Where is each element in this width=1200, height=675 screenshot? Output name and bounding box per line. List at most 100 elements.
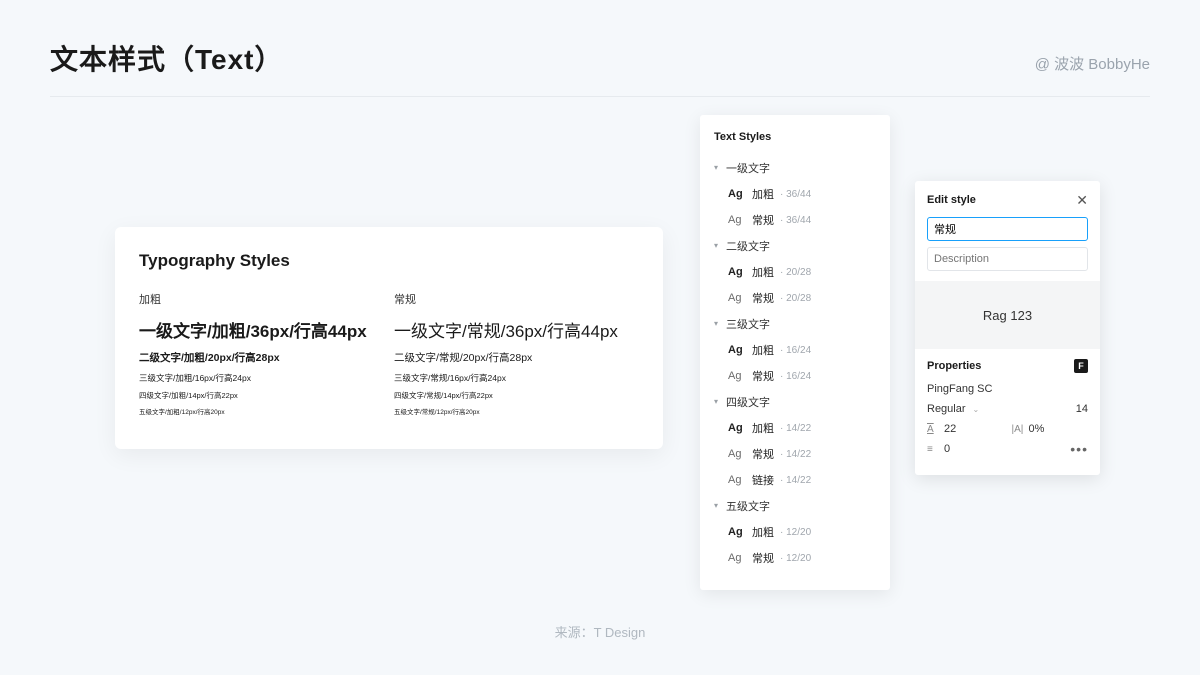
style-item-meta: · 36/44 <box>780 189 811 200</box>
style-group-header[interactable]: ▾ 五级文字 <box>710 493 880 519</box>
style-item-label: 常规 <box>752 212 774 228</box>
ag-sample-icon: Ag <box>728 422 746 434</box>
style-item-meta: · 20/28 <box>780 293 811 304</box>
font-weight-field[interactable]: Regular ⌄ <box>927 403 1004 415</box>
chevron-down-icon: ▾ <box>712 163 720 171</box>
more-options-icon[interactable]: ••• <box>1070 446 1088 453</box>
font-size-field[interactable]: 14 <box>1012 403 1089 415</box>
style-item-meta: · 14/22 <box>780 423 811 434</box>
text-style-item[interactable]: Ag 加粗 · 36/44 <box>710 181 880 207</box>
text-style-item[interactable]: Ag 常规 · 16/24 <box>710 363 880 389</box>
regular-column-header: 常规 <box>394 291 639 307</box>
style-item-label: 链接 <box>752 472 774 488</box>
line-height-icon: A <box>927 424 939 435</box>
text-style-item[interactable]: Ag 常规 · 20/28 <box>710 285 880 311</box>
style-group-name: 五级文字 <box>726 498 770 514</box>
author-credit: @ 波波 BobbyHe <box>1035 53 1150 74</box>
ag-sample-icon: Ag <box>728 188 746 200</box>
text-styles-panel: Text Styles ▾ 一级文字 Ag 加粗 · 36/44 Ag 常规 · 36/44 ▾… <box>700 115 890 590</box>
bold-column-header: 加粗 <box>139 291 384 307</box>
properties-section: Properties F PingFang SC Regular ⌄ 14 A … <box>915 349 1100 475</box>
ag-sample-icon: Ag <box>728 474 746 486</box>
paragraph-spacing-icon: ≡ <box>927 444 939 455</box>
content-stage: Typography Styles 加粗 一级文字/加粗/36px/行高44px… <box>0 97 1200 657</box>
ag-sample-icon: Ag <box>728 292 746 304</box>
paragraph-spacing-field[interactable]: ≡ 0 <box>927 443 1004 455</box>
source-credit: 来源：T Design <box>0 622 1200 641</box>
text-style-item[interactable]: Ag 加粗 · 16/24 <box>710 337 880 363</box>
typography-card-title: Typography Styles <box>139 251 639 271</box>
letter-spacing-icon: |A| <box>1012 424 1024 435</box>
page-header: 文本样式（Text） @ 波波 BobbyHe <box>0 0 1200 96</box>
style-item-label: 加粗 <box>752 420 774 436</box>
ag-sample-icon: Ag <box>728 344 746 356</box>
style-item-label: 加粗 <box>752 186 774 202</box>
regular-column: 常规 一级文字/常规/36px/行高44px 二级文字/常规/20px/行高28… <box>394 291 639 416</box>
edit-style-panel: Edit style ✕ Rag 123 Properties F PingFa… <box>915 181 1100 475</box>
style-item-meta: · 16/24 <box>780 371 811 382</box>
text-styles-panel-title: Text Styles <box>710 131 880 143</box>
chevron-down-icon: ▾ <box>712 241 720 249</box>
regular-level-4: 四级文字/常规/14px/行高22px <box>394 390 639 401</box>
style-name-input[interactable] <box>927 217 1088 241</box>
chevron-down-icon: ▾ <box>712 319 720 327</box>
ag-sample-icon: Ag <box>728 370 746 382</box>
properties-label: Properties <box>927 360 981 372</box>
chevron-down-icon: ⌄ <box>973 405 980 414</box>
line-height-field[interactable]: A 22 <box>927 423 1004 435</box>
ag-sample-icon: Ag <box>728 552 746 564</box>
style-group-header[interactable]: ▾ 二级文字 <box>710 233 880 259</box>
page-title: 文本样式（Text） <box>50 38 284 78</box>
style-group-name: 三级文字 <box>726 316 770 332</box>
style-item-label: 加粗 <box>752 342 774 358</box>
font-family-field[interactable]: PingFang SC <box>927 383 992 395</box>
text-style-item[interactable]: Ag 加粗 · 12/20 <box>710 519 880 545</box>
style-item-label: 常规 <box>752 550 774 566</box>
regular-level-2: 二级文字/常规/20px/行高28px <box>394 350 639 365</box>
font-badge-icon[interactable]: F <box>1074 359 1088 373</box>
style-group-header[interactable]: ▾ 三级文字 <box>710 311 880 337</box>
style-item-meta: · 16/24 <box>780 345 811 356</box>
text-style-item[interactable]: Ag加粗· 20/28 <box>710 259 880 285</box>
style-item-label: 常规 <box>752 290 774 306</box>
chevron-down-icon: ▾ <box>712 397 720 405</box>
style-item-label: 常规 <box>752 368 774 384</box>
style-item-label: 加粗 <box>752 264 774 280</box>
ag-sample-icon: Ag <box>728 214 746 226</box>
style-item-meta: · 20/28 <box>780 267 811 278</box>
bold-level-3: 三级文字/加粗/16px/行高24px <box>139 372 384 384</box>
text-style-item[interactable]: Ag 加粗 · 14/22 <box>710 415 880 441</box>
edit-style-title: Edit style <box>927 194 976 206</box>
regular-level-1: 一级文字/常规/36px/行高44px <box>394 317 639 342</box>
style-item-label: 常规 <box>752 446 774 462</box>
style-item-meta: · 12/20 <box>780 527 811 538</box>
text-style-item[interactable]: Ag 常规 · 36/44 <box>710 207 880 233</box>
regular-level-5: 五级文字/常规/12px/行高20px <box>394 406 639 416</box>
close-icon[interactable]: ✕ <box>1076 193 1088 207</box>
bold-level-5: 五级文字/加粗/12px/行高20px <box>139 406 384 416</box>
bold-level-4: 四级文字/加粗/14px/行高22px <box>139 390 384 401</box>
letter-spacing-field[interactable]: |A| 0% <box>1012 423 1089 435</box>
style-item-meta: · 36/44 <box>780 215 811 226</box>
ag-sample-icon: Ag <box>728 448 746 460</box>
text-style-item[interactable]: Ag 常规 · 14/22 <box>710 441 880 467</box>
regular-level-3: 三级文字/常规/16px/行高24px <box>394 372 639 384</box>
chevron-down-icon: ▾ <box>712 501 720 509</box>
ag-sample-icon: Ag <box>728 526 746 538</box>
style-group-name: 二级文字 <box>726 238 770 254</box>
style-item-meta: · 14/22 <box>780 475 811 486</box>
style-item-meta: · 12/20 <box>780 553 811 564</box>
style-group-name: 四级文字 <box>726 394 770 410</box>
bold-level-2: 二级文字/加粗/20px/行高28px <box>139 350 384 365</box>
bold-column: 加粗 一级文字/加粗/36px/行高44px 二级文字/加粗/20px/行高28… <box>139 291 384 416</box>
text-style-item[interactable]: Ag 常规 · 12/20 <box>710 545 880 571</box>
style-group-header[interactable]: ▾ 四级文字 <box>710 389 880 415</box>
style-item-meta: · 14/22 <box>780 449 811 460</box>
style-group-header[interactable]: ▾ 一级文字 <box>710 155 880 181</box>
style-preview: Rag 123 <box>915 281 1100 349</box>
text-style-item[interactable]: Ag 链接 · 14/22 <box>710 467 880 493</box>
style-group-name: 一级文字 <box>726 160 770 176</box>
style-item-label: 加粗 <box>752 524 774 540</box>
style-description-input[interactable] <box>927 247 1088 271</box>
bold-level-1: 一级文字/加粗/36px/行高44px <box>139 317 384 342</box>
